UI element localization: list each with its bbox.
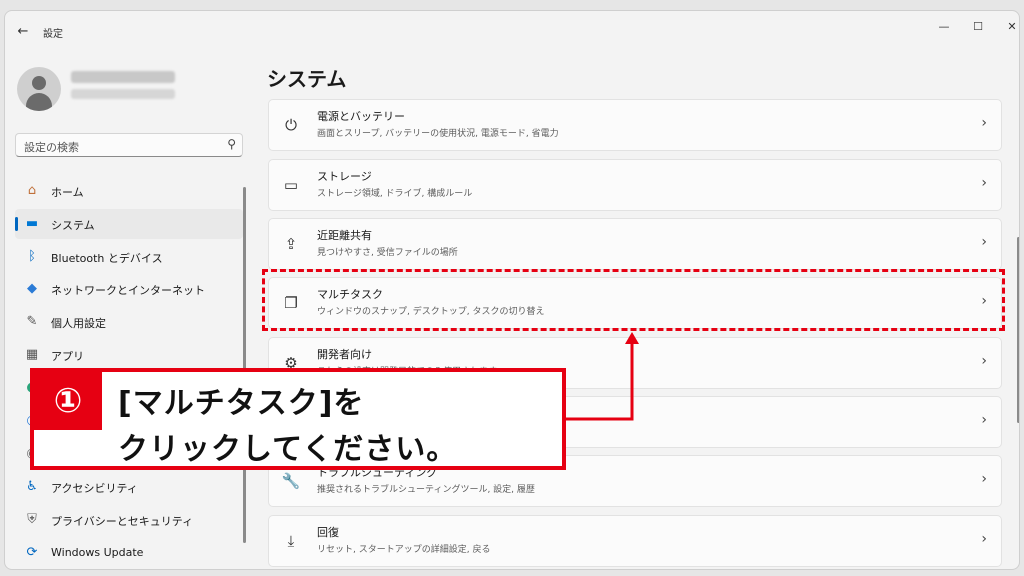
close-icon[interactable]: ✕: [995, 15, 1019, 39]
sidebar-item-label: ネットワークとインターネット: [51, 284, 205, 297]
card-title: 電源とバッテリー: [317, 110, 405, 123]
card-subtitle: ストレージ領域, ドライブ, 構成ルール: [317, 189, 473, 199]
sidebar-item-label: Bluetooth とデバイス: [51, 252, 163, 265]
settings-card[interactable]: ⏻ 電源とバッテリー画面とスリープ, バッテリーの使用状況, 電源モード, 省電力…: [268, 99, 1002, 151]
sidebar-scrollbar[interactable]: [243, 187, 246, 543]
chevron-right-icon: ›: [981, 353, 987, 369]
system-icon: ▬: [25, 216, 39, 231]
instruction-line-2: クリックしてください。: [118, 432, 458, 467]
sidebar-item-label: Windows Update: [51, 546, 144, 559]
power-icon: ⏻: [285, 116, 297, 134]
settings-card[interactable]: ⇪ 近距離共有見つけやすさ, 受信ファイルの場所 ›: [268, 218, 1002, 270]
bluetooth-icon: ᛒ: [28, 249, 36, 264]
card-subtitle: 見つけやすさ, 受信ファイルの場所: [317, 248, 458, 258]
selected-indicator: [15, 217, 18, 231]
chevron-right-icon: ›: [981, 531, 987, 547]
storage-icon: ▭: [283, 176, 299, 194]
share-icon: ⇪: [284, 235, 298, 253]
card-title: 回復: [317, 526, 339, 539]
profile-name-blurred: [71, 71, 175, 83]
minimize-icon[interactable]: —: [927, 15, 961, 39]
shield-icon: ⛨: [27, 512, 37, 527]
home-icon: ⌂: [27, 183, 37, 198]
sidebar-item[interactable]: ᛒ Bluetooth とデバイス: [15, 242, 243, 272]
back-arrow-icon[interactable]: ←: [13, 23, 33, 41]
highlight-multitasking: [262, 269, 1005, 331]
step-number-badge: ①: [34, 372, 102, 430]
accessibility-icon: ♿: [26, 479, 38, 494]
sidebar-item[interactable]: ✎ 個人用設定: [15, 307, 243, 337]
maximize-icon[interactable]: ☐: [961, 15, 995, 39]
windows-update-icon: ⟳: [26, 545, 38, 560]
sidebar-item[interactable]: ♿ アクセシビリティ: [15, 472, 243, 502]
card-title: 近距離共有: [317, 229, 372, 242]
page-title: システム: [267, 67, 347, 91]
avatar-head-shape: [32, 76, 46, 90]
main-scrollbar[interactable]: [1017, 237, 1019, 423]
recovery-icon: ⤓: [287, 532, 295, 550]
search-input[interactable]: 設定の検索: [24, 139, 79, 155]
chevron-right-icon: ›: [981, 471, 987, 487]
settings-card[interactable]: ▭ ストレージストレージ領域, ドライブ, 構成ルール ›: [268, 159, 1002, 211]
sidebar-item[interactable]: ▬ システム: [15, 209, 243, 239]
avatar[interactable]: [17, 67, 61, 111]
card-subtitle: リセット, スタートアップの詳細設定, 戻る: [317, 545, 491, 555]
avatar-body-shape: [26, 93, 52, 111]
sidebar-item-label: ホーム: [51, 186, 84, 199]
settings-card[interactable]: ⤓ 回復リセット, スタートアップの詳細設定, 戻る ›: [268, 515, 1002, 567]
sidebar-item-label: システム: [51, 219, 95, 232]
sidebar-item[interactable]: ◆ ネットワークとインターネット: [15, 274, 243, 304]
chevron-right-icon: ›: [981, 115, 987, 131]
sidebar-item-label: アクセシビリティ: [51, 482, 138, 495]
title-bar: ← 設定 — ☐ ✕: [5, 11, 1019, 47]
search-box[interactable]: 設定の検索 ⚲: [15, 133, 243, 157]
troubleshoot-icon: 🔧: [281, 472, 301, 490]
sidebar-item[interactable]: ⌂ ホーム: [15, 176, 243, 206]
instruction-line-1: [マルチタスク]を: [118, 386, 365, 421]
sidebar-item-label: 個人用設定: [51, 317, 106, 330]
sidebar-item[interactable]: ⛨ プライバシーとセキュリティ: [15, 505, 243, 535]
card-subtitle: 推奨されるトラブルシューティングツール, 設定, 履歴: [317, 485, 535, 495]
card-subtitle: 画面とスリープ, バッテリーの使用状況, 電源モード, 省電力: [317, 129, 559, 139]
chevron-right-icon: ›: [981, 175, 987, 191]
sidebar-item-label: アプリ: [51, 350, 84, 363]
personalization-icon: ✎: [26, 314, 38, 329]
wifi-icon: ◆: [27, 281, 37, 296]
profile-email-blurred: [71, 89, 175, 99]
apps-icon: ▦: [25, 347, 39, 362]
app-title: 設定: [43, 29, 63, 40]
chevron-right-icon: ›: [981, 412, 987, 428]
card-title: 開発者向け: [317, 348, 372, 361]
sidebar-item[interactable]: ⟳ Windows Update: [15, 538, 243, 568]
sidebar-item[interactable]: ▦ アプリ: [15, 340, 243, 370]
search-icon[interactable]: ⚲: [227, 137, 236, 151]
chevron-right-icon: ›: [981, 234, 987, 250]
instruction-callout: ① [マルチタスク]を クリックしてください。: [30, 368, 566, 470]
card-title: ストレージ: [317, 170, 372, 183]
sidebar-item-label: プライバシーとセキュリティ: [51, 515, 194, 528]
